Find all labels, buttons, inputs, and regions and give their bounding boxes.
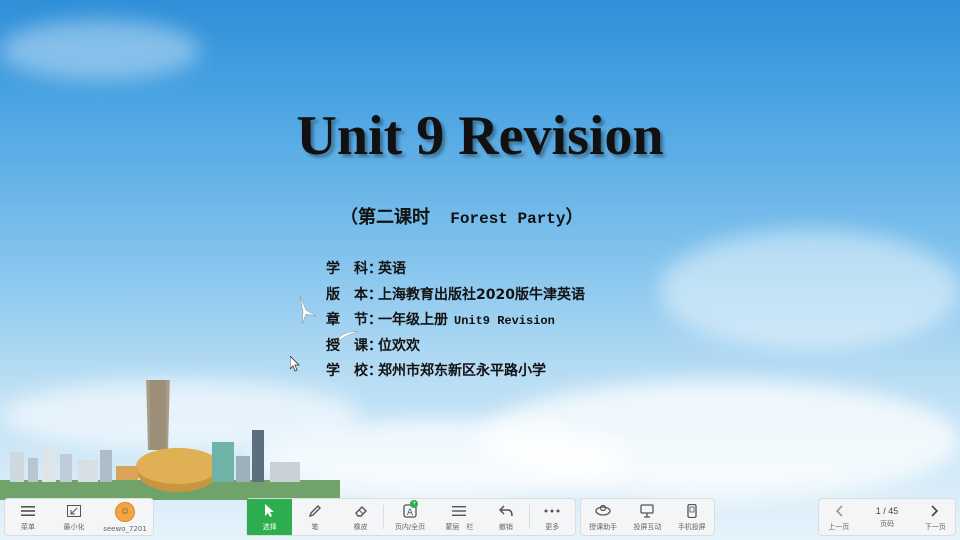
slide-title: Unit 9 Revision: [296, 105, 664, 167]
page-number: 1 / 45: [875, 505, 899, 516]
undo-button[interactable]: 撤销: [483, 499, 528, 535]
list-tool-button[interactable]: 蒙层 栏: [436, 499, 483, 535]
eraser-label: 橡皮: [353, 522, 368, 531]
info-row-chapter: 章 节：一年级上册 Unit9 Revision: [326, 309, 585, 335]
cursor-select-icon: [261, 503, 279, 519]
menu-button[interactable]: 菜单: [5, 499, 51, 535]
phone-control-icon: [683, 503, 701, 519]
seagull-image: [299, 296, 317, 324]
screen-share-button[interactable]: 投屏互动: [625, 499, 669, 535]
cloud: [660, 230, 960, 350]
subtitle-close: ）: [565, 207, 584, 228]
eraser-icon: [352, 503, 370, 519]
subtitle-topic: Forest Party: [450, 210, 566, 228]
select-label: 选择: [262, 522, 277, 531]
chevron-right-icon: [926, 503, 944, 519]
more-label: 更多: [545, 522, 560, 531]
classroom-tool-button[interactable]: 授课助手: [581, 499, 625, 535]
info-row-subject: 学 科：英语: [326, 258, 585, 284]
slide-subtitle: （第二课时 Forest Party）: [340, 203, 584, 229]
pen-tool-button[interactable]: 笔: [292, 499, 337, 535]
pen-label: 笔: [311, 522, 319, 531]
info-value: 英语: [378, 261, 406, 277]
prev-page-button[interactable]: 上一页: [819, 499, 858, 535]
classroom-tool-label: 授课助手: [589, 522, 618, 531]
toolbar-left: 菜单 最小化 ☺ seewo_7201: [4, 498, 154, 536]
info-label: 学 科：: [326, 261, 382, 277]
mouse-cursor-icon: [290, 356, 300, 372]
screen-share-label: 投屏互动: [633, 522, 662, 531]
pen-icon: [306, 503, 324, 519]
text-tool-label: 页内/全页: [394, 522, 426, 531]
minimize-label: 最小化: [63, 522, 85, 531]
menu-label: 菜单: [21, 522, 35, 531]
page-navigation: 上一页 1 / 45 页码 下一页: [818, 498, 956, 536]
phone-control-label: 手机投屏: [677, 522, 706, 531]
chevron-left-icon: [830, 503, 848, 519]
screen-share-icon: [638, 503, 656, 519]
info-value: 位欢欢: [378, 337, 420, 354]
subtitle-lesson: （第二课时: [340, 207, 430, 228]
menu-icon: [19, 503, 37, 519]
cloud: [0, 20, 200, 80]
next-page-button[interactable]: 下一页: [916, 499, 955, 535]
more-button[interactable]: 更多: [530, 499, 575, 535]
classroom-tool-icon: [594, 503, 612, 519]
next-page-label: 下一页: [924, 522, 946, 531]
info-value: 一年级上册: [378, 312, 448, 328]
svg-text:A: A: [407, 508, 414, 518]
minimize-button[interactable]: 最小化: [51, 499, 97, 535]
info-label: 版 本：: [326, 286, 382, 303]
presentation-slide: Unit 9 Revision （第二课时 Forest Party） 学 科：…: [0, 0, 960, 540]
city-skyline-image: [0, 380, 340, 500]
page-indicator[interactable]: 1 / 45 页码: [858, 499, 915, 535]
more-icon: [543, 503, 561, 519]
info-label: 授 课：: [326, 337, 382, 354]
user-avatar-icon: ☺: [115, 501, 135, 522]
user-account-button[interactable]: ☺ seewo_7201: [97, 499, 153, 535]
prev-page-label: 上一页: [828, 522, 850, 531]
info-label: 章 节：: [326, 312, 382, 328]
eraser-tool-button[interactable]: 橡皮: [338, 499, 383, 535]
info-extra: Unit9 Revision: [454, 314, 555, 328]
user-name: seewo_7201: [103, 524, 147, 533]
list-tool-label: 蒙层 栏: [445, 522, 474, 531]
toolbar-tools: 授课助手 投屏互动 手机投屏: [580, 498, 715, 536]
select-tool-button[interactable]: 选择: [247, 499, 293, 535]
toolbar-center: 选择 笔 橡皮 A + 页内/全页 蒙层 栏 撤销 更多: [246, 498, 576, 536]
text-tool-button[interactable]: A + 页内/全页: [384, 499, 435, 535]
minimize-icon: [65, 503, 83, 519]
undo-icon: [497, 503, 515, 519]
info-row-teacher: 授 课：位欢欢: [326, 335, 585, 361]
course-info: 学 科：英语 版 本：上海教育出版社2020版牛津英语 章 节：一年级上册 Uni…: [326, 258, 585, 386]
info-value: 上海教育出版社2020版牛津英语: [378, 286, 585, 303]
info-row-edition: 版 本：上海教育出版社2020版牛津英语: [326, 284, 585, 310]
list-icon: [450, 503, 468, 519]
info-row-school: 学 校：郑州市郑东新区永平路小学: [326, 360, 585, 386]
undo-label: 撤销: [498, 522, 513, 531]
info-value: 郑州市郑东新区永平路小学: [378, 363, 546, 379]
page-label: 页码: [880, 519, 894, 528]
phone-control-button[interactable]: 手机投屏: [670, 499, 714, 535]
info-label: 学 校：: [326, 363, 382, 379]
